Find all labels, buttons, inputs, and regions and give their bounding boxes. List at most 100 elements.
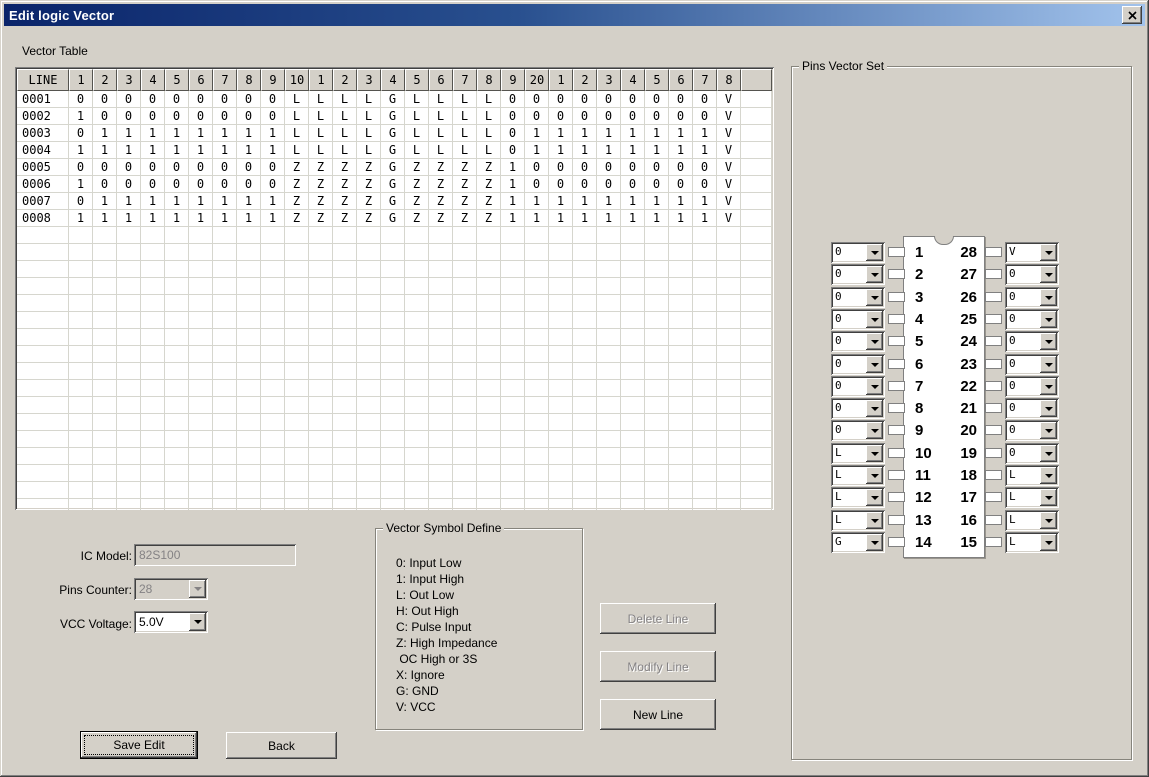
vector-cell[interactable]: 0 [165,91,189,108]
line-number-cell[interactable]: 0007 [17,193,69,210]
vector-cell[interactable]: Z [357,159,381,176]
vector-cell[interactable]: V [717,210,741,227]
vector-cell[interactable]: 0 [645,159,669,176]
vector-cell[interactable]: 1 [669,125,693,142]
vector-cell[interactable]: 1 [165,193,189,210]
vector-cell[interactable]: 0 [141,108,165,125]
vector-cell[interactable]: 0 [117,108,141,125]
vector-cell[interactable]: V [717,159,741,176]
vector-cell[interactable]: 1 [141,142,165,159]
vector-cell[interactable]: 0 [693,176,717,193]
vector-cell[interactable]: 1 [573,142,597,159]
vector-cell[interactable]: V [717,193,741,210]
vector-cell[interactable]: 1 [69,142,93,159]
vector-cell[interactable]: 0 [69,193,93,210]
vector-cell[interactable]: 1 [261,193,285,210]
pin-24-select[interactable]: 0 [1005,331,1059,352]
pin-16-select[interactable]: L [1005,510,1059,531]
vector-cell[interactable]: 1 [669,142,693,159]
vector-cell[interactable]: 0 [573,176,597,193]
vector-cell[interactable]: Z [477,159,501,176]
vector-cell[interactable]: V [717,125,741,142]
line-number-cell[interactable]: 0004 [17,142,69,159]
vector-cell[interactable]: Z [405,159,429,176]
vector-cell[interactable]: 1 [117,142,141,159]
vector-cell[interactable]: 1 [69,176,93,193]
vector-cell[interactable]: 0 [237,159,261,176]
vector-cell[interactable]: L [477,125,501,142]
vector-cell[interactable]: 1 [237,193,261,210]
vector-cell[interactable]: G [381,91,405,108]
vector-cell[interactable]: 1 [549,142,573,159]
vector-cell[interactable]: 1 [213,210,237,227]
line-number-cell[interactable]: 0002 [17,108,69,125]
vector-cell[interactable]: Z [405,210,429,227]
vector-cell[interactable]: 0 [189,159,213,176]
pin-12-select[interactable]: L [831,487,885,508]
vector-cell[interactable]: 0 [549,108,573,125]
vector-cell[interactable]: L [309,108,333,125]
vector-cell[interactable]: 0 [261,108,285,125]
vector-cell[interactable]: G [381,159,405,176]
vector-cell[interactable]: 0 [597,91,621,108]
pin-20-select[interactable]: 0 [1005,420,1059,441]
vector-cell[interactable]: L [285,108,309,125]
pin-18-select[interactable]: L [1005,465,1059,486]
vector-cell[interactable]: 1 [573,210,597,227]
vector-cell[interactable]: 0 [597,108,621,125]
vector-cell[interactable]: Z [357,193,381,210]
vector-cell[interactable]: L [285,91,309,108]
vcc-voltage-select[interactable]: 5.0V [134,611,208,633]
vector-cell[interactable]: 1 [525,142,549,159]
pin-21-select[interactable]: 0 [1005,398,1059,419]
vector-cell[interactable]: 0 [669,176,693,193]
vector-cell[interactable]: L [333,108,357,125]
vector-cell[interactable]: 0 [93,176,117,193]
vector-cell[interactable]: 1 [693,125,717,142]
vector-cell[interactable]: 1 [261,210,285,227]
vector-cell[interactable]: 0 [165,176,189,193]
vector-cell[interactable]: 1 [261,125,285,142]
vector-cell[interactable]: L [477,91,501,108]
vector-cell[interactable]: 0 [621,159,645,176]
vector-cell[interactable]: 1 [141,193,165,210]
vector-cell[interactable]: 0 [501,91,525,108]
vector-cell[interactable]: Z [333,176,357,193]
vector-cell[interactable]: Z [477,210,501,227]
vector-cell[interactable]: 0 [573,108,597,125]
vector-cell[interactable]: Z [309,210,333,227]
vector-cell[interactable]: 1 [189,142,213,159]
vector-cell[interactable]: 1 [597,125,621,142]
vector-cell[interactable]: L [453,125,477,142]
vector-cell[interactable]: Z [453,176,477,193]
vector-cell[interactable]: L [405,91,429,108]
vector-cell[interactable]: L [357,91,381,108]
vector-cell[interactable]: 0 [261,176,285,193]
vector-cell[interactable]: 0 [693,108,717,125]
pin-5-select[interactable]: 0 [831,331,885,352]
new-line-button[interactable]: New Line [600,699,716,730]
vector-cell[interactable]: L [357,142,381,159]
save-edit-button[interactable]: Save Edit [80,731,198,759]
vector-cell[interactable]: 0 [573,159,597,176]
vector-cell[interactable]: 1 [69,210,93,227]
vector-cell[interactable]: L [405,142,429,159]
vector-cell[interactable]: 1 [237,210,261,227]
vector-cell[interactable]: L [429,142,453,159]
vector-cell[interactable]: 0 [141,159,165,176]
vector-cell[interactable]: 1 [693,210,717,227]
vector-cell[interactable]: 0 [213,91,237,108]
pin-6-select[interactable]: 0 [831,354,885,375]
vector-cell[interactable]: L [285,142,309,159]
vector-cell[interactable]: 1 [213,142,237,159]
vector-cell[interactable]: 0 [621,91,645,108]
vector-cell[interactable]: L [309,125,333,142]
vector-cell[interactable]: 0 [117,159,141,176]
vector-cell[interactable]: 0 [693,159,717,176]
vector-cell[interactable]: Z [405,193,429,210]
vector-cell[interactable]: 0 [693,91,717,108]
vector-cell[interactable]: 1 [645,193,669,210]
vector-cell[interactable]: 1 [237,142,261,159]
vector-cell[interactable]: 0 [501,142,525,159]
vector-cell[interactable]: L [333,125,357,142]
